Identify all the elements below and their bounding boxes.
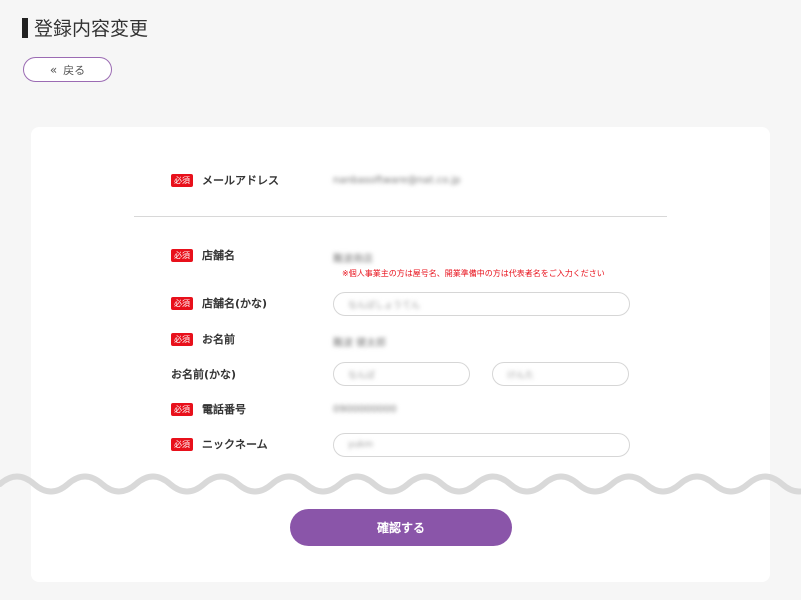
- shop-name-value: 難波商店: [333, 254, 373, 265]
- email-value: nanbasoftware@nat.co.jp: [333, 175, 461, 186]
- shop-name-label: 店舗名: [202, 249, 235, 262]
- required-badge: 必須: [171, 296, 193, 310]
- email-row: 必須 メールアドレス: [171, 170, 279, 190]
- shop-name-kana-label: 店舗名(かな): [202, 297, 268, 310]
- required-badge: 必須: [171, 437, 193, 451]
- required-badge: 必須: [171, 248, 193, 262]
- phone-row: 必須 電話番号: [171, 399, 246, 419]
- shop-name-kana-input-value: なんばしょうてん: [348, 300, 421, 311]
- shop-name-note: ※個人事業主の方は屋号名、開業準備中の方は代表者名をご入力ください: [342, 269, 605, 278]
- phone-label: 電話番号: [202, 403, 246, 416]
- confirm-button-label: 確認する: [376, 521, 425, 535]
- phone-value: 0900000000: [333, 404, 397, 415]
- name-kana-first-input[interactable]: けんた: [492, 362, 629, 386]
- required-badge: 必須: [171, 402, 193, 416]
- nickname-row: 必須 ニックネーム: [171, 434, 268, 454]
- name-kana-last-value: なんば: [348, 370, 376, 381]
- name-kana-first-value: けんた: [507, 370, 535, 381]
- required-badge: 必須: [171, 173, 193, 187]
- back-button[interactable]: « 戻る: [23, 57, 112, 82]
- name-value: 難波 健太郎: [333, 338, 387, 349]
- name-kana-last-input[interactable]: なんば: [333, 362, 470, 386]
- page-title-text: 登録内容変更: [34, 18, 149, 40]
- name-kana-label: お名前(かな): [171, 368, 237, 381]
- wave-divider: [0, 473, 801, 495]
- back-button-label: 戻る: [63, 63, 86, 77]
- name-row: 必須 お名前: [171, 329, 235, 349]
- shop-name-row: 必須 店舗名: [171, 245, 235, 265]
- name-label: お名前: [202, 333, 235, 346]
- email-label: メールアドレス: [202, 174, 279, 187]
- divider: [134, 216, 667, 217]
- confirm-button[interactable]: 確認する: [290, 509, 512, 546]
- double-chevron-left-icon: «: [49, 62, 58, 77]
- title-bar-icon: [22, 17, 28, 38]
- shop-name-kana-input[interactable]: なんばしょうてん: [333, 292, 630, 316]
- shop-name-kana-row: 必須 店舗名(かな): [171, 293, 267, 313]
- nickname-input[interactable]: yukm: [333, 433, 630, 457]
- name-kana-row: お名前(かな): [171, 364, 236, 384]
- nickname-label: ニックネーム: [202, 438, 268, 451]
- page-title: 登録内容変更: [22, 14, 148, 41]
- required-badge: 必須: [171, 332, 193, 346]
- nickname-input-value: yukm: [348, 440, 374, 450]
